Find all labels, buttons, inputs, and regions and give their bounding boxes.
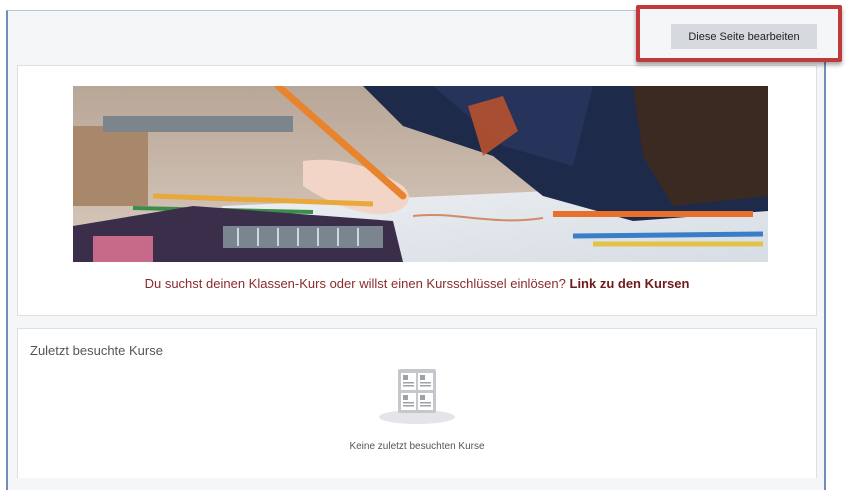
hero-illustration (73, 86, 768, 262)
recent-courses-title: Zuletzt besuchte Kurse (30, 343, 163, 358)
hero-image (73, 86, 768, 262)
edit-button-highlight: Diese Seite bearbeiten (636, 5, 842, 62)
hero-caption-text: Du suchst deinen Klassen-Kurs oder wills… (144, 276, 566, 291)
recent-courses-empty-message: Keine zuletzt besuchten Kurse (349, 441, 485, 452)
courses-grid-icon (377, 367, 457, 425)
hero-card: Du suchst deinen Klassen-Kurs oder wills… (17, 65, 817, 316)
hero-caption: Du suchst deinen Klassen-Kurs oder wills… (18, 276, 816, 291)
courses-link[interactable]: Link zu den Kursen (570, 276, 690, 291)
recent-courses-card: Zuletzt besuchte Kurse Keine zuletzt bes… (17, 328, 817, 478)
edit-page-button[interactable]: Diese Seite bearbeiten (671, 24, 817, 49)
